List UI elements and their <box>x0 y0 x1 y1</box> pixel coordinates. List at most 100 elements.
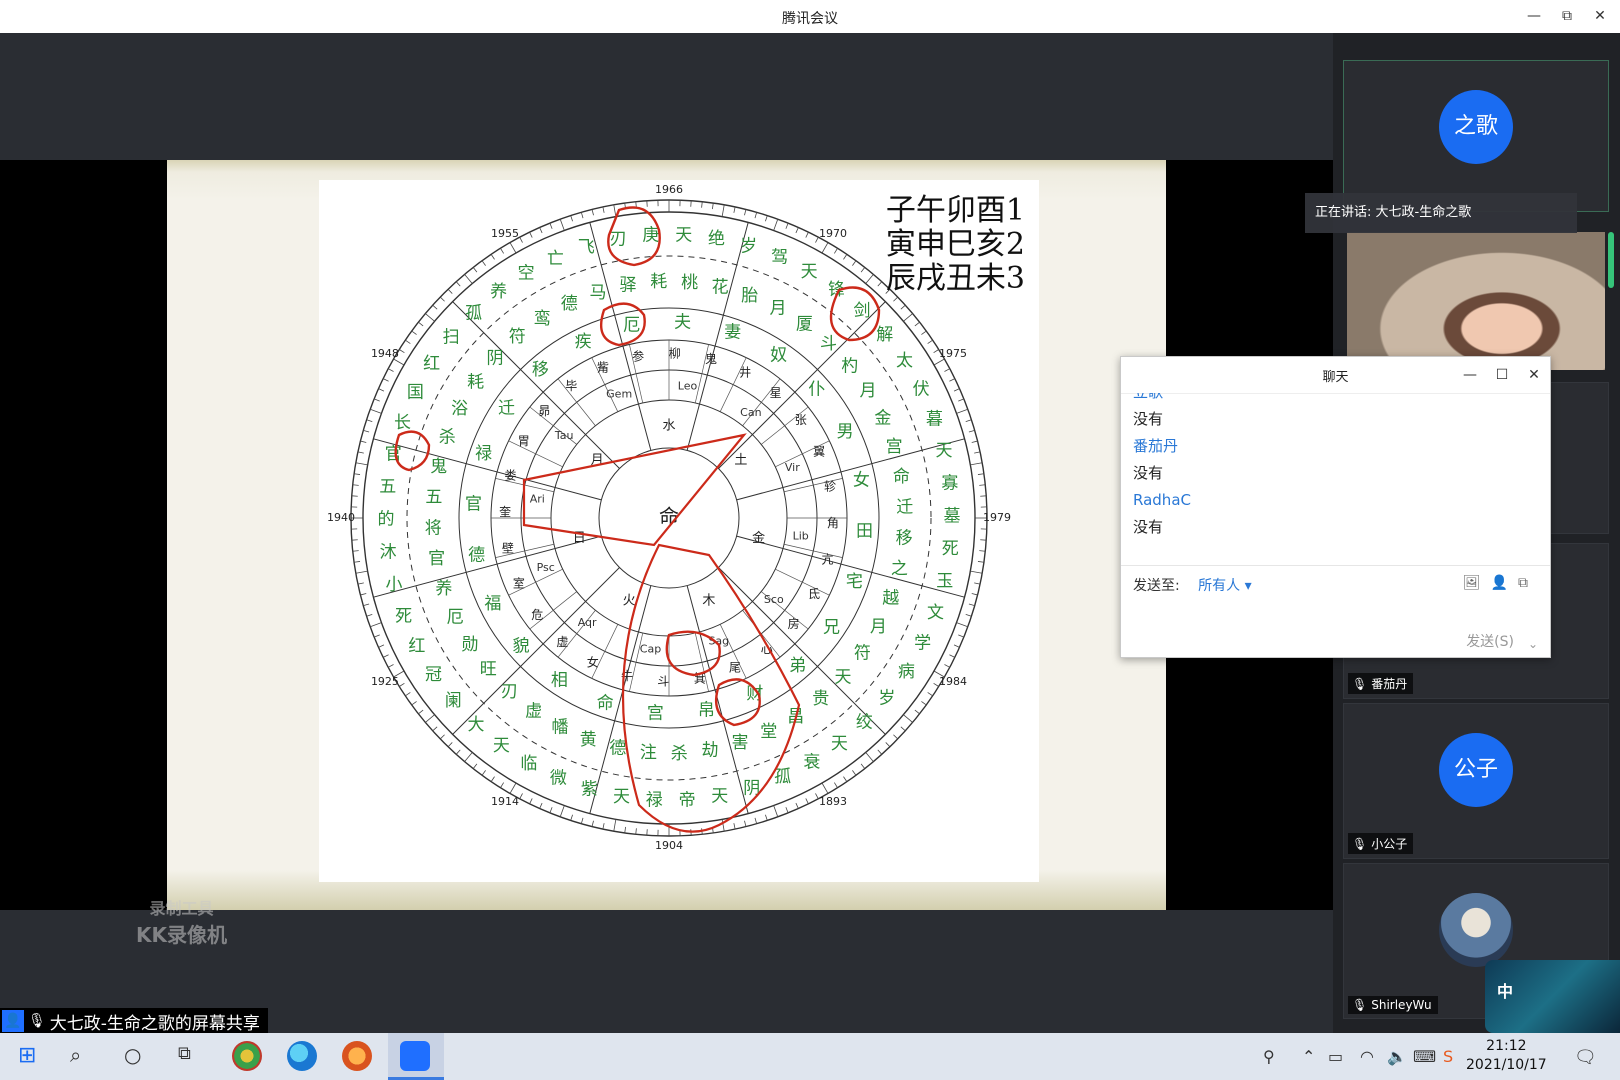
chat-window[interactable]: 聊天 — ☐ ✕ 立歌 没有 番茄丹 没有 RadhaC 没有 发送至: 所有人… <box>1120 356 1551 658</box>
palace-char: 德 <box>468 545 485 565</box>
clock[interactable]: 21:12 2021/10/17 <box>1466 1037 1547 1075</box>
wheel-tick <box>744 209 747 216</box>
middle-ring-char: 阴 <box>487 349 504 369</box>
outer-ring-char: 空 <box>518 264 535 284</box>
chat-minimize-button[interactable]: — <box>1458 363 1482 387</box>
recorder-app-icon[interactable] <box>342 1041 372 1071</box>
participant-video[interactable] <box>1347 232 1605 370</box>
send-button[interactable]: 发送(S) <box>1466 631 1514 651</box>
middle-ring-char: 官 <box>428 549 445 569</box>
wheel-tick <box>970 462 983 466</box>
sogou-icon[interactable]: S <box>1443 1047 1453 1066</box>
zodiac-label: Gem <box>606 388 632 401</box>
wheel-spoke <box>589 222 652 451</box>
restore-button[interactable]: ⧉ <box>1553 4 1581 28</box>
wheel-tick <box>549 223 553 229</box>
wheel-tick <box>399 682 405 687</box>
outer-ring-char: 庚 <box>642 226 659 246</box>
wheel-tick <box>509 782 517 794</box>
chat-close-button[interactable]: ✕ <box>1522 363 1546 387</box>
battery-icon[interactable]: ▭ <box>1328 1047 1343 1066</box>
ime-widget[interactable]: 中 <box>1485 960 1620 1033</box>
tencent-meeting-icon[interactable] <box>400 1041 430 1071</box>
screen-share-indicator: 👤 🎙 大七政-生命之歌的屏幕共享 <box>0 1008 268 1034</box>
wheel-tick <box>539 227 543 234</box>
wheel-tick <box>360 440 367 443</box>
minimize-button[interactable]: — <box>1520 4 1548 28</box>
wheel-tick <box>977 561 984 563</box>
participant-tile[interactable]: 之歌 <box>1343 60 1609 212</box>
chevron-down-icon[interactable]: ⌄ <box>1528 637 1538 651</box>
wheel-tick <box>613 204 617 217</box>
outer-ring-char: 衰 <box>803 752 820 772</box>
wheel-tick <box>500 248 505 254</box>
palace-char: 帛 <box>698 700 715 720</box>
chat-maximize-button[interactable]: ☐ <box>1490 363 1514 387</box>
send-to-select[interactable]: 所有人 ▾ <box>1198 578 1251 594</box>
wifi-icon[interactable]: ◠ <box>1360 1047 1374 1066</box>
outer-ring-char: 临 <box>520 754 537 774</box>
wheel-tick <box>877 749 883 755</box>
task-view-icon[interactable]: ⧉ <box>178 1043 191 1064</box>
close-button[interactable]: ✕ <box>1586 4 1614 28</box>
wheel-tick <box>877 281 883 287</box>
wheel-tick <box>447 742 453 748</box>
wheel-tick <box>388 368 394 372</box>
participant-tile[interactable]: 公子 🎙 小公子 <box>1343 703 1609 859</box>
wheel-tick <box>795 802 799 809</box>
wheel-tick <box>354 561 361 563</box>
edge-icon[interactable] <box>287 1041 317 1071</box>
image-icon[interactable]: 🖼 <box>1463 575 1491 591</box>
wheel-tick <box>852 260 857 266</box>
wheel-tick <box>701 201 703 208</box>
outer-ring-char: 官 <box>385 444 402 464</box>
chat-message: 没有 <box>1133 410 1164 428</box>
middle-ring-char: 迁 <box>896 498 913 518</box>
wheel-tick <box>472 267 478 273</box>
year-label: 1984 <box>939 675 967 688</box>
outer-ring-char: 红 <box>408 636 425 656</box>
people-icon[interactable]: ⚲ <box>1263 1047 1275 1066</box>
wheel-tick <box>570 814 573 821</box>
chat-tools: 🖼👤⧉ <box>1463 575 1538 591</box>
wheel-tick <box>815 237 819 243</box>
mansion-char: 氐 <box>808 587 820 601</box>
wheel-tick <box>635 828 637 835</box>
screenshot-icon[interactable]: ⧉ <box>1518 575 1538 591</box>
middle-ring-char: 天 <box>834 667 851 687</box>
cortana-icon[interactable]: ○ <box>124 1043 141 1067</box>
wheel-tick <box>383 654 389 658</box>
sidebar-scrollbar[interactable] <box>1608 232 1614 288</box>
middle-ring-char: 马 <box>590 283 607 303</box>
browser-app-icon[interactable] <box>232 1041 262 1071</box>
mansion-char: 参 <box>632 348 644 363</box>
wheel-tick <box>539 802 543 809</box>
wheel-tick <box>374 398 380 402</box>
notification-icon[interactable]: 🗨 <box>1574 1047 1597 1068</box>
middle-ring-char: 月 <box>860 381 877 401</box>
wheel-tick <box>900 304 906 310</box>
wheel-tick <box>953 644 960 648</box>
legend-line: 子午卯酉1 <box>885 193 1025 228</box>
middle-ring-char: 旺 <box>480 660 497 680</box>
mansion-divider <box>775 568 830 596</box>
wheel-tick <box>974 451 981 454</box>
outer-ring-char: 天 <box>935 441 952 461</box>
mention-icon[interactable]: 👤 <box>1491 575 1518 591</box>
mansion-char: 觜 <box>597 360 609 374</box>
search-icon[interactable]: ⌕ <box>70 1043 81 1067</box>
zodiac-label: Psc <box>537 561 555 574</box>
chevron-up-icon[interactable]: ⌃ <box>1302 1047 1315 1066</box>
wheel-tick <box>363 429 370 433</box>
mansion-char: 壁 <box>502 540 514 555</box>
outer-ring-char: 学 <box>914 634 931 654</box>
keyboard-icon[interactable]: ⌨ <box>1413 1047 1436 1066</box>
chat-sender: 番茄丹 <box>1133 437 1179 455</box>
wheel-tick <box>765 814 768 821</box>
windows-start-icon[interactable]: ⊞ <box>18 1043 36 1068</box>
outer-ring-char: 死 <box>942 539 959 559</box>
volume-icon[interactable]: 🔈 <box>1387 1047 1407 1066</box>
wheel-tick <box>965 614 972 617</box>
mansion-char: 虚 <box>556 635 568 649</box>
wheel-tick <box>399 349 405 354</box>
